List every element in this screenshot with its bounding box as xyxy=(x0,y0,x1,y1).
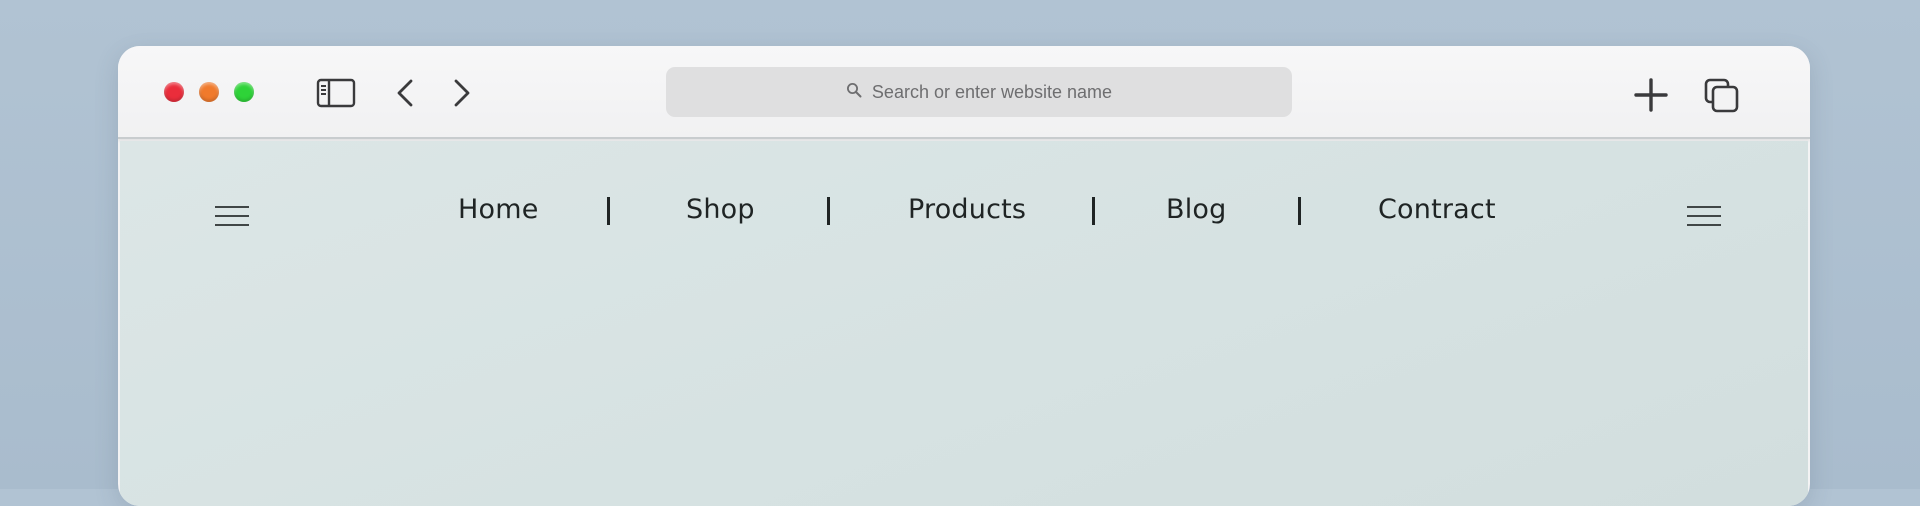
nav-link-shop[interactable]: Shop xyxy=(686,194,755,225)
address-bar[interactable]: Search or enter website name xyxy=(666,67,1292,117)
nav-link-contract[interactable]: Contract xyxy=(1378,194,1496,225)
nav-link-products[interactable]: Products xyxy=(908,194,1026,225)
chevron-right-icon[interactable] xyxy=(449,78,473,108)
nav-separator xyxy=(827,197,830,225)
nav-separator xyxy=(1092,197,1095,225)
chevron-left-icon[interactable] xyxy=(394,78,418,108)
page-content: Home Shop Products Blog Contract xyxy=(120,141,1808,506)
hamburger-menu-icon[interactable] xyxy=(1686,205,1722,231)
plus-icon[interactable] xyxy=(1634,78,1668,112)
close-window-button[interactable] xyxy=(164,82,184,102)
site-navigation: Home Shop Products Blog Contract xyxy=(120,141,1808,291)
nav-separator xyxy=(1298,197,1301,225)
sidebar-icon[interactable] xyxy=(316,78,356,108)
browser-window: Search or enter website name Home Shop P… xyxy=(118,46,1810,506)
nav-link-blog[interactable]: Blog xyxy=(1166,194,1226,225)
address-bar-placeholder: Search or enter website name xyxy=(871,81,1113,102)
search-icon xyxy=(846,82,862,103)
nav-link-home[interactable]: Home xyxy=(458,194,539,225)
hamburger-menu-icon[interactable] xyxy=(214,205,250,231)
nav-separator xyxy=(607,197,610,225)
maximize-window-button[interactable] xyxy=(234,82,254,102)
minimize-window-button[interactable] xyxy=(199,82,219,102)
browser-toolbar: Search or enter website name xyxy=(118,46,1810,139)
tabs-overview-icon[interactable] xyxy=(1704,78,1740,114)
